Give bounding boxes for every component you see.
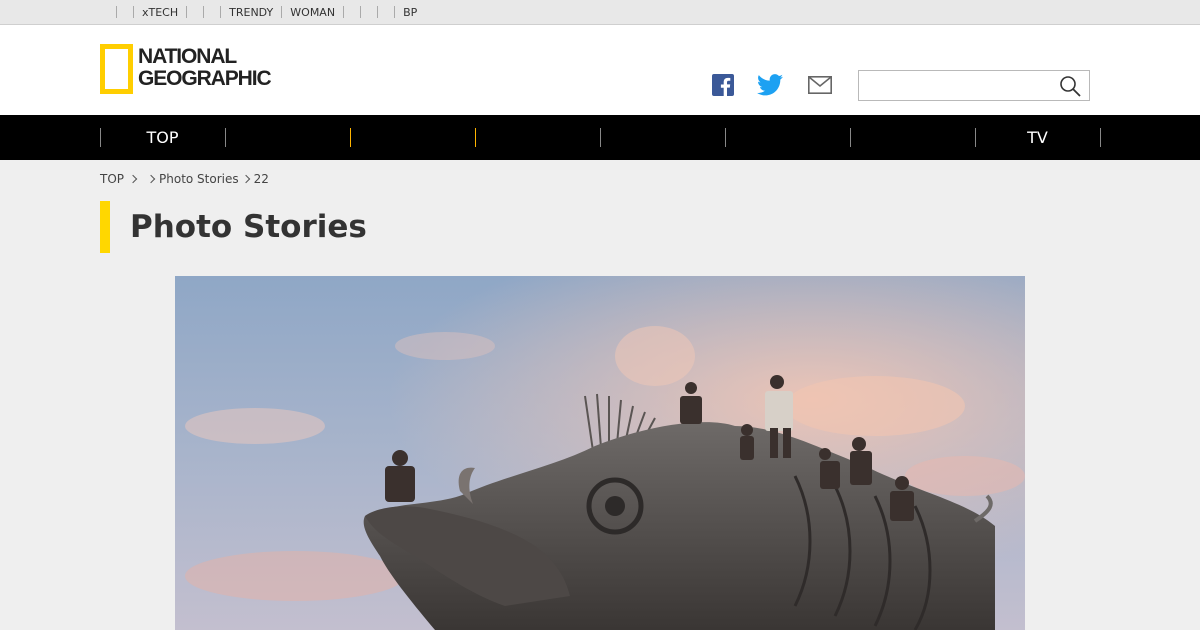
utility-link-trendy[interactable]: TRENDY	[220, 6, 281, 19]
main-photo	[175, 276, 1025, 630]
search-icon[interactable]	[1059, 75, 1081, 97]
breadcrumb-item-current: 22	[253, 172, 269, 186]
chevron-right-icon	[128, 174, 138, 184]
chevron-right-icon	[241, 174, 250, 184]
search-box	[858, 70, 1090, 101]
nav-item[interactable]	[725, 115, 850, 160]
logo-line2: GEOGRAPHIC	[138, 67, 272, 90]
nav-item[interactable]	[600, 115, 725, 160]
chevron-right-icon	[146, 174, 156, 184]
utility-link[interactable]	[360, 6, 377, 18]
utility-links: xTECH TRENDY WOMAN BP	[116, 0, 425, 24]
utility-link[interactable]	[186, 6, 203, 18]
utility-link-xtech[interactable]: xTECH	[133, 6, 186, 19]
utility-link[interactable]	[377, 6, 394, 18]
nav-item[interactable]	[350, 115, 475, 160]
logo-frame-icon	[100, 44, 133, 94]
nav-item[interactable]	[850, 115, 975, 160]
utility-link[interactable]	[343, 6, 360, 18]
main-nav: TOP TV	[0, 115, 1200, 160]
site-logo[interactable]: NATIONAL GEOGRAPHIC	[100, 44, 272, 96]
page-title: Photo Stories	[130, 209, 367, 245]
nav-item-top[interactable]: TOP	[100, 115, 225, 160]
logo-text: NATIONAL GEOGRAPHIC	[138, 45, 272, 90]
site-header: NATIONAL GEOGRAPHIC	[0, 25, 1200, 115]
breadcrumb: TOP Photo Stories 22	[100, 170, 269, 188]
nav-item[interactable]	[225, 115, 350, 160]
search-input[interactable]	[863, 74, 1053, 97]
utility-link[interactable]	[116, 6, 133, 18]
logo-line1: NATIONAL	[138, 45, 237, 68]
nav-divider	[1100, 128, 1101, 147]
title-accent-bar	[100, 201, 110, 253]
twitter-icon[interactable]	[757, 73, 783, 97]
facebook-icon[interactable]	[712, 73, 734, 97]
mail-icon[interactable]	[808, 73, 832, 97]
utility-link-woman[interactable]: WOMAN	[281, 6, 343, 19]
nav-item-tv[interactable]: TV	[975, 115, 1100, 160]
breadcrumb-item-photo-stories[interactable]: Photo Stories	[159, 172, 239, 186]
nav-item[interactable]	[475, 115, 600, 160]
breadcrumb-item-top[interactable]: TOP	[100, 172, 124, 186]
utility-link-bp[interactable]: BP	[394, 6, 425, 19]
utility-link[interactable]	[203, 6, 220, 18]
utility-bar: xTECH TRENDY WOMAN BP	[0, 0, 1200, 25]
